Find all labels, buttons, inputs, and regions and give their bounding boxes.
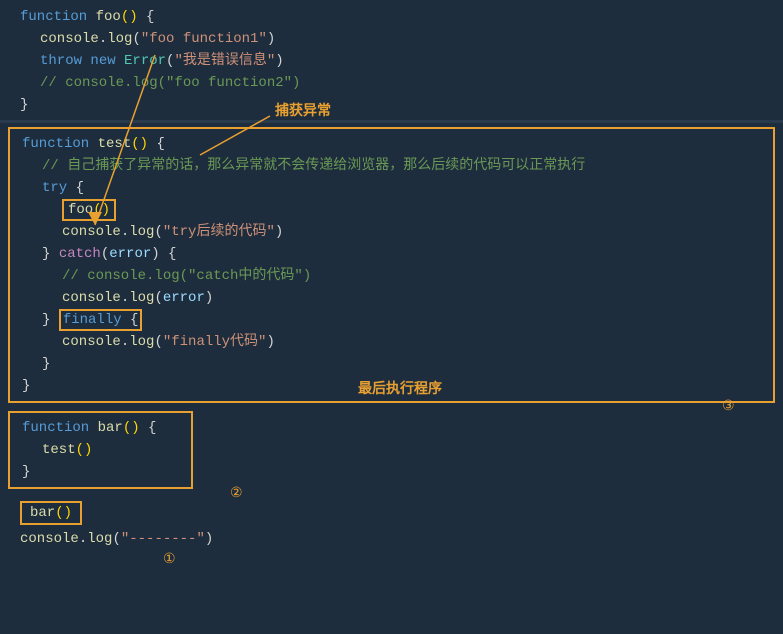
keyword-function: function	[20, 9, 96, 25]
code-line: }	[22, 353, 761, 375]
code-line-finally: } finally {	[22, 309, 761, 331]
code-line: } catch(error) {	[22, 243, 761, 265]
code-line: console.log("finally代码")	[22, 331, 761, 353]
foo-function-block: function foo() { console.log("foo functi…	[0, 0, 783, 118]
code-line: // console.log("foo function2")	[20, 72, 763, 94]
code-line: // console.log("catch中的代码")	[22, 265, 761, 287]
bar-function-block: function bar() { test() }	[8, 411, 193, 489]
fn-name-foo: foo	[96, 9, 121, 25]
code-line: throw new Error("我是错误信息")	[20, 50, 763, 72]
code-line: try {	[22, 177, 761, 199]
code-line: }	[22, 375, 761, 397]
code-line: console.log("foo function1")	[20, 28, 763, 50]
code-line-foo-call: foo()	[22, 199, 761, 221]
code-comment: // 自己捕获了异常的话，那么异常就不会传递给浏览器，那么后续的代码可以正常执行	[22, 155, 761, 177]
code-line: console.log(error)	[22, 287, 761, 309]
code-line: function test() {	[22, 133, 761, 155]
finally-highlight: finally {	[59, 309, 143, 331]
code-line: test()	[22, 439, 179, 461]
code-line: function bar() {	[22, 417, 179, 439]
code-line: console.log("try后续的代码")	[22, 221, 761, 243]
bar-call-highlight: bar()	[20, 501, 82, 525]
code-line: }	[22, 461, 179, 483]
code-editor: function foo() { console.log("foo functi…	[0, 0, 783, 634]
foo-call-highlight: foo()	[62, 199, 116, 221]
code-line: function foo() {	[20, 6, 763, 28]
circle-1: ①	[163, 550, 176, 566]
paren: ()	[121, 9, 138, 25]
test-function-block: function test() { // 自己捕获了异常的话，那么异常就不会传递…	[8, 127, 775, 403]
last-console-line: console.log("--------")	[0, 527, 783, 551]
code-line: }	[20, 94, 763, 116]
bar-call-line: bar()	[0, 495, 783, 527]
